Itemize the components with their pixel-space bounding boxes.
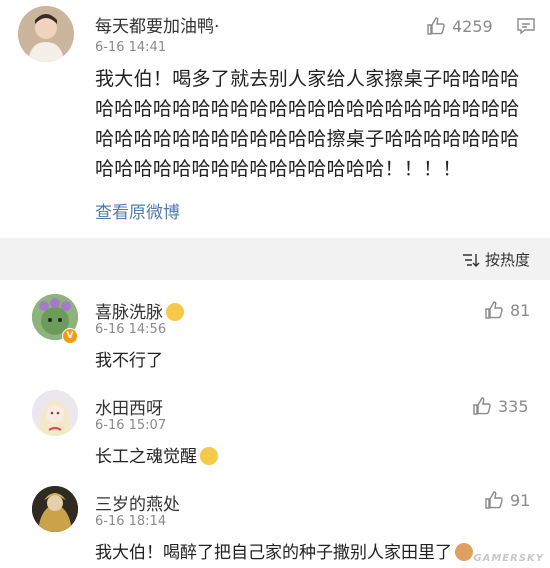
comment-like-count: 335 [498, 396, 529, 416]
comment-item: V 喜脉洗脉 6-16 14:56 81 我不行了 [0, 280, 550, 376]
comment-item: 三岁的燕处 6-16 18:14 91 我大伯！喝醉了把自己家的种子撒别人家田里… [0, 472, 550, 568]
thumbs-up-icon [485, 301, 503, 319]
post-like-count: 4259 [452, 16, 493, 36]
commenter-username[interactable]: 水田西呀 [95, 394, 163, 419]
comment-text: 长工之魂觉醒 [95, 442, 218, 467]
comments-header: 按热度 [0, 238, 550, 280]
post-timestamp: 6-16 14:41 [95, 40, 167, 55]
sort-icon [462, 253, 480, 267]
post-text: 我大伯！喝多了就去别人家给人家擦桌子哈哈哈哈哈哈哈哈哈哈哈哈哈哈哈哈哈哈哈哈哈哈… [95, 68, 520, 180]
thumbs-up-icon [427, 17, 445, 35]
watermark: GAMERSKY [473, 553, 544, 564]
thumbs-up-icon [485, 491, 503, 509]
comment-item: 水田西呀 6-16 15:07 335 长工之魂觉醒 [0, 376, 550, 472]
sort-by-popularity-button[interactable]: 按热度 [462, 249, 530, 270]
commenter-avatar[interactable] [32, 390, 78, 436]
post-like-button[interactable]: 4259 [426, 16, 493, 36]
verified-badge-icon: V [62, 328, 78, 344]
comment-timestamp: 6-16 18:14 [95, 514, 167, 529]
laughing-emoji-icon [200, 447, 218, 465]
comment-icon[interactable] [516, 16, 536, 36]
commenter-username[interactable]: 喜脉洗脉 [95, 298, 184, 323]
comment-like-count: 81 [510, 300, 531, 320]
comment-like-button[interactable]: 91 [484, 490, 530, 510]
commenter-avatar[interactable] [32, 486, 78, 532]
comment-text: 我大伯！喝醉了把自己家的种子撒别人家田里了 [95, 538, 473, 563]
original-post: 每天都要加油鸭· 6-16 14:41 4259 我大伯！喝多了就去别人家给人家… [0, 0, 550, 238]
commenter-username[interactable]: 三岁的燕处 [95, 490, 180, 515]
sort-label: 按热度 [484, 251, 530, 269]
post-avatar[interactable] [18, 6, 74, 62]
comment-timestamp: 6-16 15:07 [95, 418, 167, 433]
view-original-link[interactable]: 查看原微博 [95, 198, 180, 223]
comment-like-count: 91 [510, 490, 531, 510]
dog-emoji-icon [455, 543, 473, 561]
comment-like-button[interactable]: 81 [484, 300, 530, 320]
shocked-emoji-icon [166, 303, 184, 321]
comment-like-button[interactable]: 335 [472, 396, 529, 416]
post-username[interactable]: 每天都要加油鸭· [95, 12, 219, 37]
thumbs-up-icon [473, 397, 491, 415]
comment-timestamp: 6-16 14:56 [95, 322, 167, 337]
comment-text: 我不行了 [95, 351, 163, 371]
